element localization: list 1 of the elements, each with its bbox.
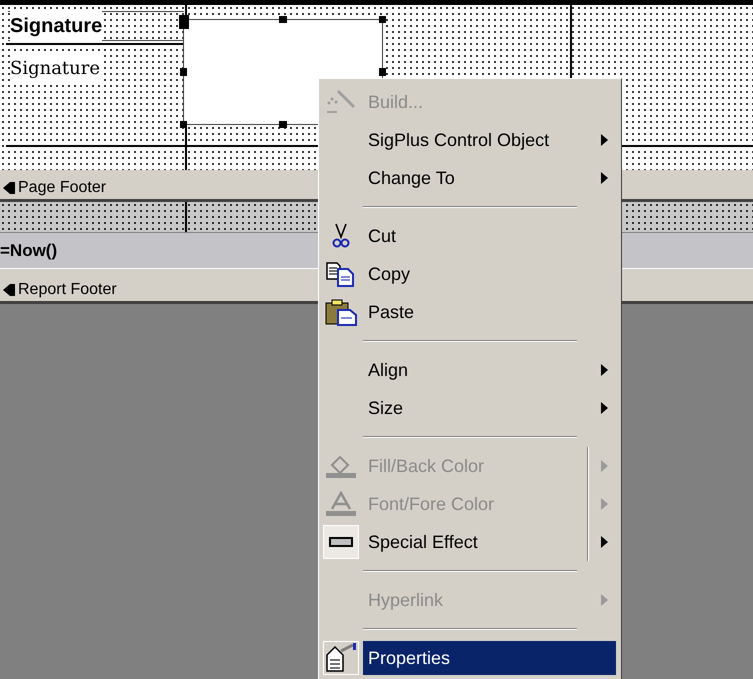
field-label: Signature (10, 55, 100, 82)
